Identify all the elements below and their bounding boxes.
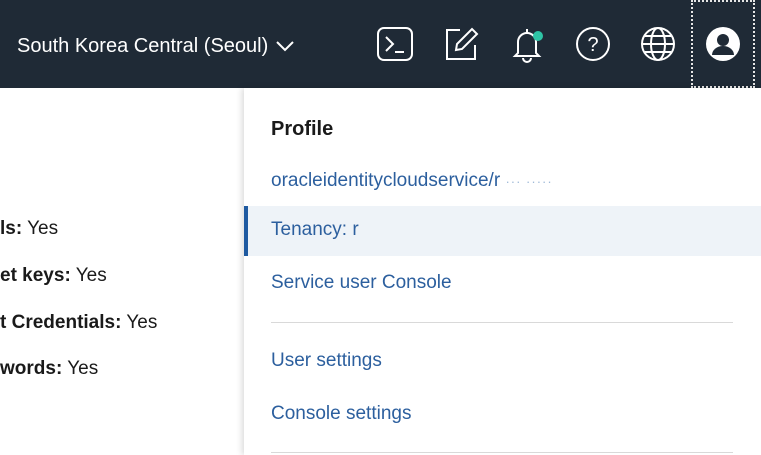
notification-badge — [533, 31, 543, 41]
redacted-text: ··· ····· — [505, 174, 553, 189]
bg-row-value: Yes — [67, 358, 99, 379]
bg-row-label: ls: — [0, 218, 23, 239]
username-text: oracleidentitycloudservice/r — [271, 170, 501, 191]
bg-row-value: Yes — [75, 265, 107, 286]
user-settings-link[interactable]: User settings — [271, 350, 382, 372]
bg-row: words: Yes — [0, 358, 98, 380]
bg-row-label: et keys: — [0, 265, 71, 286]
profile-dropdown-menu: Profile oracleidentitycloudservice/r ···… — [244, 88, 761, 455]
bg-row: t Credentials: Yes — [0, 312, 157, 334]
tenancy-label: Tenancy: r — [271, 219, 359, 240]
top-header-bar: South Korea Central (Seoul) ? — [0, 0, 761, 88]
region-label: South Korea Central (Seoul) — [17, 34, 269, 57]
service-user-console-link[interactable]: Service user Console — [271, 272, 452, 294]
bg-row: ls: Yes — [0, 218, 58, 240]
menu-divider — [271, 322, 733, 323]
chevron-down-icon — [274, 35, 296, 57]
notification-bell-icon[interactable] — [507, 24, 547, 64]
tenancy-link[interactable]: Tenancy: r — [271, 219, 359, 241]
profile-username-link[interactable]: oracleidentitycloudservice/r ··· ····· — [271, 170, 553, 192]
help-icon[interactable]: ? — [573, 24, 613, 64]
bg-row-label: words: — [0, 358, 63, 379]
console-settings-link[interactable]: Console settings — [271, 403, 411, 425]
svg-text:?: ? — [587, 34, 598, 56]
menu-divider — [271, 452, 733, 453]
cloud-shell-icon[interactable] — [375, 24, 415, 64]
profile-menu-title: Profile — [271, 118, 334, 140]
edit-icon[interactable] — [441, 24, 481, 64]
tenancy-menu-item[interactable]: Tenancy: r — [244, 206, 761, 256]
language-globe-icon[interactable] — [638, 24, 678, 64]
bg-row: et keys: Yes — [0, 265, 107, 287]
region-selector[interactable]: South Korea Central (Seoul) — [17, 32, 296, 60]
bg-row-value: Yes — [27, 218, 59, 239]
bg-row-value: Yes — [126, 312, 158, 333]
profile-button[interactable] — [691, 0, 755, 88]
profile-avatar-icon — [706, 27, 740, 61]
bg-row-label: t Credentials: — [0, 312, 122, 333]
